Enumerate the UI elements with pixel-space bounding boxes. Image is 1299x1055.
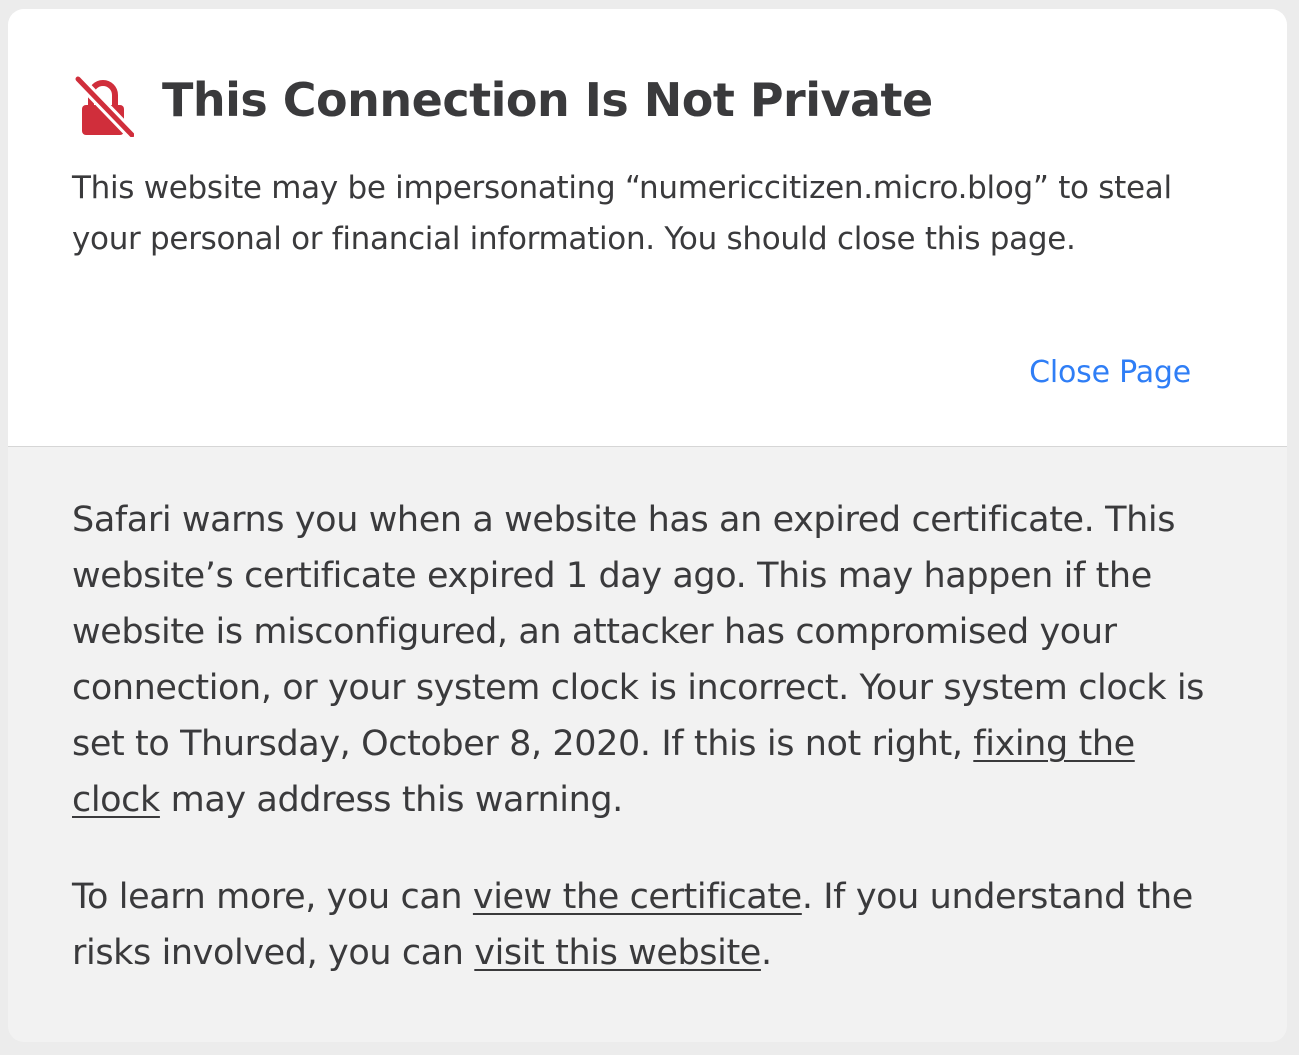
details-text-tail: may address this warning. [159,780,624,820]
lock-slash-icon [72,75,134,137]
warning-details: Safari warns you when a website has an e… [72,492,1232,981]
warning-summary: This website may be impersonating “numer… [72,170,1172,257]
details-paragraph-learn-more: To learn more, you can view the certific… [72,869,1232,981]
learn-more-text: To learn more, you can [72,877,473,917]
period-text: . [760,933,772,973]
visit-website-link[interactable]: visit this website [474,933,761,973]
details-paragraph-expired: Safari warns you when a website has an e… [72,492,1232,828]
close-page-button[interactable]: Close Page [1029,355,1191,390]
page-title: This Connection Is Not Private [162,73,933,127]
warning-header: This Connection Is Not Private This webs… [8,9,1287,447]
warning-card: This Connection Is Not Private This webs… [8,9,1287,1042]
view-certificate-link[interactable]: view the certificate [473,877,802,917]
